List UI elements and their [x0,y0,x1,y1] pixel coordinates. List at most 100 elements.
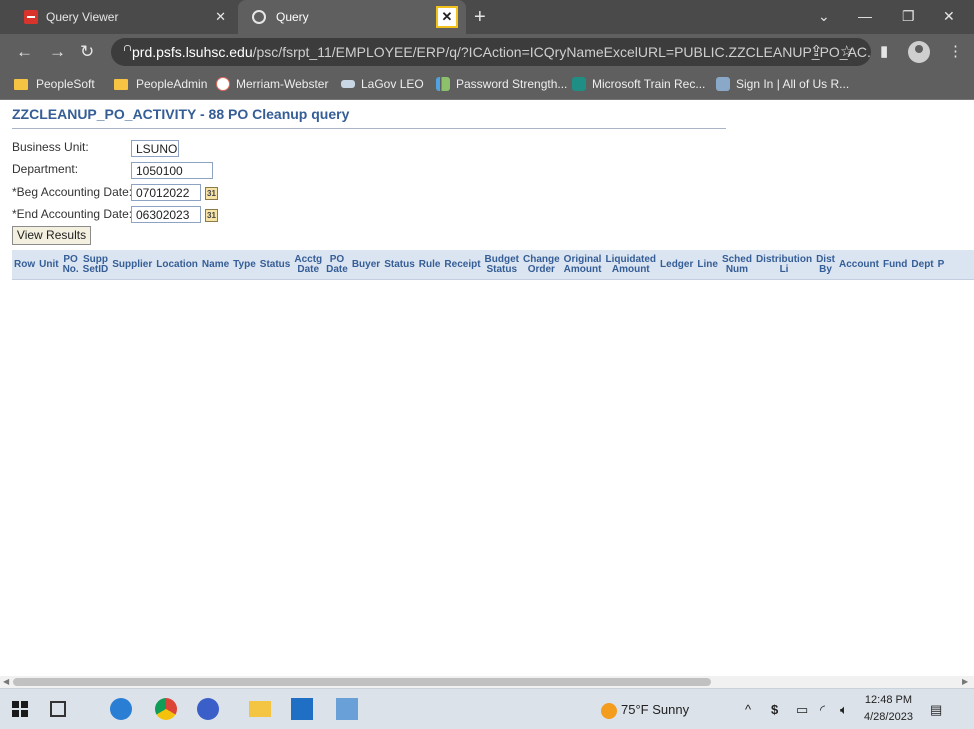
task-view-icon[interactable] [50,701,66,717]
column-header[interactable]: Status [258,250,293,280]
column-header-text: Unit [39,259,59,270]
bookmark-all-of-us[interactable]: Sign In | All of Us R... [716,77,849,91]
column-header-text: Line [697,259,718,270]
column-header[interactable]: Dept [909,250,935,280]
tab-query[interactable]: Query ✕ [238,0,466,34]
bookmark-password-strength[interactable]: Password Strength... [436,77,567,91]
column-header[interactable]: Budget Status [483,250,521,280]
department-field[interactable] [131,162,213,179]
menu-kebab-icon[interactable]: ⋮ [948,42,963,60]
close-tab-icon[interactable]: ✕ [215,9,226,25]
chevron-up-icon[interactable]: ^ [745,702,751,717]
bookmark-lagov-leo[interactable]: LaGov LEO [341,77,424,91]
bookmark-label: Microsoft Train Rec... [592,77,706,91]
bookmark-merriam-webster[interactable]: Merriam-Webster [216,77,328,91]
column-header[interactable]: Liquidated Amount [603,250,658,280]
close-window-icon[interactable]: ✕ [943,8,955,25]
tab-query-viewer[interactable]: Query Viewer ✕ [12,0,240,34]
column-header[interactable]: Acctg Date [292,250,324,280]
profile-avatar[interactable] [908,41,930,63]
scrollbar-thumb[interactable] [13,678,711,686]
horizontal-scrollbar[interactable]: ◀ ▶ [0,676,974,688]
column-header[interactable]: Account [837,250,881,280]
calendar-icon[interactable]: 31 [205,209,218,222]
column-header[interactable]: Original Amount [562,250,604,280]
tray-app-icon[interactable]: $ [771,702,778,717]
column-header[interactable]: Distribution Li [754,250,814,280]
bookmark-peoplesoft[interactable]: PeopleSoft [14,77,95,91]
reload-icon[interactable]: ↻ [80,42,94,62]
address-bar[interactable]: prd.psfs.lsuhsc.edu /psc/fsrpt_11/EMPLOY… [111,38,871,66]
column-header-text: Amount [611,264,650,275]
column-header[interactable]: Type [231,250,258,280]
column-header[interactable]: Supp SetID [81,250,111,280]
restore-icon[interactable]: ❐ [902,8,915,25]
app-icon-2[interactable] [336,698,358,720]
column-header[interactable]: Unit [37,250,60,280]
tab-search-chevron-icon[interactable]: ⌄ [818,8,830,25]
wifi-icon[interactable]: ◜ [820,702,825,718]
column-header[interactable]: Location [154,250,200,280]
network-icon[interactable]: ▭ [796,702,808,718]
edge-browser-icon[interactable] [110,698,132,720]
system-clock[interactable]: 12:48 PM 4/28/2023 [864,692,913,726]
business-unit-field[interactable] [131,140,179,157]
column-header-text: Buyer [351,259,381,270]
minimize-icon[interactable]: — [858,8,872,24]
outlook-icon[interactable] [291,698,313,720]
windows-taskbar: 75°F Sunny ^ $ ▭ ◜ 🔈︎ 12:48 PM 4/28/2023… [0,688,974,729]
column-header-text: Status [486,264,518,275]
scroll-right-arrow-icon[interactable]: ▶ [962,676,968,688]
column-header[interactable]: Dist By [814,250,837,280]
bookmark-label: Merriam-Webster [236,77,329,91]
share-icon[interactable]: ⇪ [810,42,823,60]
volume-icon[interactable]: 🔈︎ [840,702,848,718]
bookmarks-bar: PeopleSoft PeopleAdmin Merriam-Webster L… [0,70,974,100]
password-strength-icon [436,77,450,91]
url-host: prd.psfs.lsuhsc.edu [132,44,253,60]
column-header[interactable]: Receipt [442,250,482,280]
app-icon[interactable] [197,698,219,720]
column-header[interactable]: Rule [417,250,443,280]
column-header[interactable]: Fund [881,250,909,280]
column-header[interactable]: P [936,250,947,280]
business-unit-label: Business Unit: [12,140,89,154]
column-header[interactable]: Supplier [110,250,154,280]
windows-start-icon[interactable] [12,701,28,717]
weather-text: 75°F Sunny [621,702,690,717]
end-accounting-date-field[interactable] [131,206,201,223]
column-header[interactable]: Row [12,250,37,280]
globe-icon [252,10,266,24]
new-tab-icon[interactable]: + [474,7,486,27]
column-header[interactable]: Buyer [350,250,382,280]
bookmark-peopleadmin[interactable]: PeopleAdmin [114,77,207,91]
file-explorer-icon[interactable] [249,701,271,717]
column-header[interactable]: Sched Num [720,250,754,280]
bookmark-star-icon[interactable]: ☆ [840,42,853,60]
column-header[interactable]: PO Date [324,250,350,280]
weather-widget[interactable]: 75°F Sunny [601,702,689,719]
column-header[interactable]: PO No. [61,250,81,280]
beg-accounting-date-field[interactable] [131,184,201,201]
column-header[interactable]: Name [200,250,231,280]
forward-icon[interactable]: → [49,42,66,62]
side-panel-icon[interactable]: ▮ [880,42,888,60]
page-title: ZZCLEANUP_PO_ACTIVITY - 88 PO Cleanup qu… [12,106,350,122]
bookmark-microsoft-train-rec[interactable]: Microsoft Train Rec... [572,77,705,91]
view-results-button[interactable]: View Results [12,226,91,245]
tab-strip: Query Viewer ✕ Query ✕ + ⌄ — ❐ ✕ [0,0,974,34]
column-header-text: Location [156,259,198,270]
column-header[interactable]: Line [695,250,720,280]
column-header-text: Name [201,259,230,270]
close-tab-icon[interactable]: ✕ [436,6,458,28]
chrome-browser-icon[interactable] [155,698,177,720]
column-header[interactable]: Ledger [658,250,695,280]
scroll-left-arrow-icon[interactable]: ◀ [3,676,9,688]
calendar-icon[interactable]: 31 [205,187,218,200]
back-icon[interactable]: ← [16,42,33,62]
column-header-text: Account [838,259,879,270]
results-header: Row Unit PO No. Supp SetID Supplier Location Nam… [12,250,974,280]
notifications-icon[interactable]: ▤ [930,702,942,718]
column-header[interactable]: Status [382,250,417,280]
column-header[interactable]: Change Order [521,250,562,280]
